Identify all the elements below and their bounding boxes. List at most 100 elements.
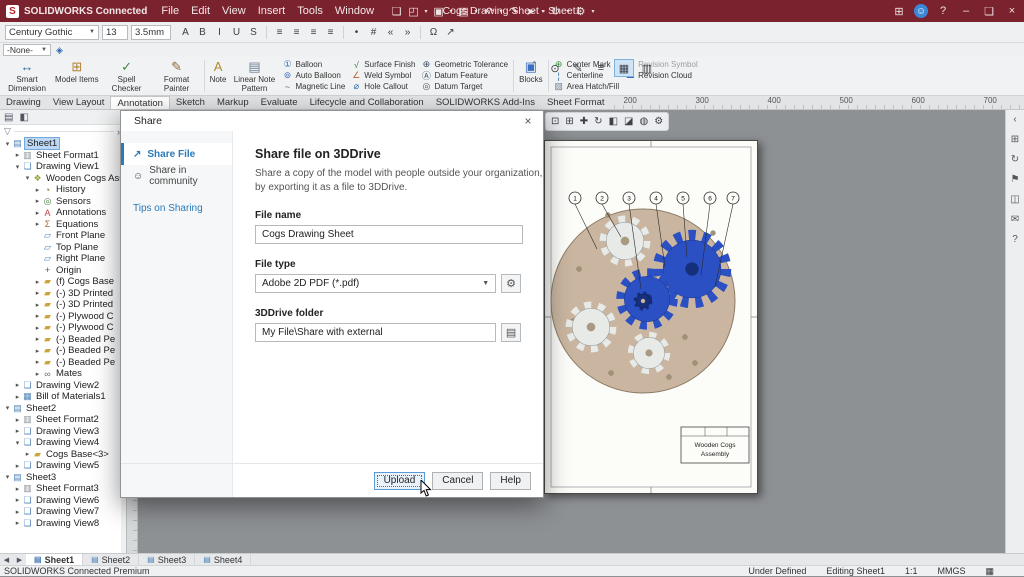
expander-icon[interactable]: ▾ — [13, 439, 22, 447]
sheet-tab-sheet4[interactable]: ▤Sheet4 — [195, 554, 251, 565]
tree-item[interactable]: ▸▦Bill of Materials1 — [0, 391, 126, 403]
tree-item[interactable]: ▾❏Drawing View1 — [0, 161, 126, 173]
note-button[interactable]: ANote — [207, 57, 230, 95]
expander-icon[interactable]: ▾ — [23, 174, 32, 182]
tree-item[interactable]: ▾▤Sheet2 — [0, 403, 126, 415]
tree-item[interactable]: ▱Right Plane — [0, 253, 126, 265]
drawing-sheet[interactable]: 1234567Wooden CogsAssembly — [544, 140, 758, 494]
tree-item[interactable]: ▸▰Cogs Base<3> — [0, 449, 126, 461]
tree-item[interactable]: ▸▰(-) Beaded Pe — [0, 357, 126, 369]
tab-sketch[interactable]: Sketch — [170, 96, 211, 109]
tree-item[interactable]: ▾▤Sheet3 — [0, 472, 126, 484]
magnetic-line-button[interactable]: ~Magnetic Line — [282, 82, 345, 91]
smart-dimension-button[interactable]: ↔Smart Dimension — [2, 57, 52, 95]
layer-properties-icon[interactable]: ◈ — [56, 45, 63, 56]
tree-item[interactable]: ▸◔History — [0, 184, 126, 196]
rotate-view-icon[interactable]: ↻ — [594, 116, 602, 127]
tree-item[interactable]: ▸▰(-) Beaded Pe — [0, 334, 126, 346]
tree-item[interactable]: ▸▰(-) Plywood C — [0, 311, 126, 323]
expander-icon[interactable]: ▸ — [33, 312, 42, 320]
drive-icon[interactable]: ◫ — [1010, 194, 1019, 205]
tree-item[interactable]: ▸◎Sensors — [0, 196, 126, 208]
selection-filter-icon[interactable]: ▦ — [614, 59, 634, 77]
linear-note-pattern-button[interactable]: ▤Linear Note Pattern — [229, 57, 279, 95]
line-format-icon[interactable]: ≡ — [591, 59, 611, 77]
tab-view-layout[interactable]: View Layout — [47, 96, 111, 109]
strikethrough-button[interactable]: S — [245, 24, 262, 40]
expander-icon[interactable]: ▸ — [33, 220, 42, 228]
lifecycle-icon[interactable]: ↻ — [1011, 154, 1019, 165]
filter-input[interactable] — [14, 131, 114, 132]
view-settings-icon[interactable]: ⚙ — [654, 116, 663, 127]
datum-target-button[interactable]: ◎Datum Target — [421, 82, 508, 91]
tree-item[interactable]: ▾▤Sheet1 — [0, 138, 126, 150]
tree-item[interactable]: ▸❏Drawing View5 — [0, 460, 126, 472]
close-icon[interactable]: × — [520, 114, 536, 128]
restore-button[interactable]: ❏ — [981, 5, 997, 18]
panel-collapse-icon[interactable]: ‹ — [1013, 114, 1016, 125]
tab-sheet-format[interactable]: Sheet Format — [541, 96, 611, 109]
sheet-nav-prev-icon[interactable]: ◀ — [0, 556, 13, 564]
tree-item[interactable]: ▸AAnnotations — [0, 207, 126, 219]
tree-item[interactable]: ▸▰(-) Plywood C — [0, 322, 126, 334]
dimension-style-select[interactable]: -None- ▼ — [3, 44, 51, 56]
menu-window[interactable]: Window — [329, 5, 380, 17]
minimize-button[interactable]: – — [958, 5, 974, 17]
geometric-tolerance-button[interactable]: ⊕Geometric Tolerance — [421, 60, 508, 69]
tree-item[interactable]: ▸▥Sheet Format1 — [0, 150, 126, 162]
expander-icon[interactable]: ▸ — [13, 381, 22, 389]
outdent-button[interactable]: « — [382, 24, 399, 40]
help-icon[interactable]: ? — [935, 5, 951, 17]
tips-on-sharing-link[interactable]: Tips on Sharing — [121, 203, 232, 214]
sheet-nav-next-icon[interactable]: ▶ — [13, 556, 26, 564]
expander-icon[interactable]: ▸ — [33, 186, 42, 194]
tree-item[interactable]: ▸ΣEquations — [0, 219, 126, 231]
menu-tools[interactable]: Tools — [291, 5, 329, 17]
area-hatch-fill-button[interactable]: ▨Area Hatch/Fill — [554, 82, 619, 91]
browse-folder-button[interactable]: ▤ — [501, 323, 521, 342]
expander-icon[interactable]: ▸ — [33, 358, 42, 366]
tab-markup[interactable]: Markup — [211, 96, 255, 109]
expander-icon[interactable]: ▸ — [33, 335, 42, 343]
tree-item[interactable]: ▱Front Plane — [0, 230, 126, 242]
expander-icon[interactable]: ▾ — [3, 140, 12, 148]
expander-icon[interactable]: ▸ — [13, 416, 22, 424]
file-type-select[interactable]: Adobe 2D PDF (*.pdf) ▼ — [255, 274, 496, 293]
tree-item[interactable]: ▸▰(-) 3D Printed — [0, 299, 126, 311]
font-color-button[interactable]: A — [177, 24, 194, 40]
sidebar-item-share-file[interactable]: ↗Share File — [121, 143, 232, 165]
layer-format-icon[interactable]: ▥ — [637, 59, 657, 77]
sheet-tab-sheet2[interactable]: ▤Sheet2 — [83, 554, 139, 565]
tree-item[interactable]: ▱Top Plane — [0, 242, 126, 254]
datum-feature-button[interactable]: ⒶDatum Feature — [421, 71, 508, 80]
close-button[interactable]: × — [1004, 5, 1020, 17]
menu-view[interactable]: View — [216, 5, 252, 17]
expander-icon[interactable]: ▸ — [33, 289, 42, 297]
featuremanager-tab-icon[interactable]: ▤ — [4, 112, 13, 123]
bullet-list-button[interactable]: • — [348, 24, 365, 40]
tree-item[interactable]: ▸❏Drawing View8 — [0, 518, 126, 530]
file-name-input[interactable] — [255, 225, 523, 244]
tab-annotation[interactable]: Annotation — [110, 96, 169, 109]
hide-show-items-icon[interactable]: ◍ — [639, 116, 648, 127]
open-icon[interactable]: ◰ — [405, 3, 422, 19]
messages-icon[interactable]: ✉ — [1011, 214, 1019, 225]
bold-button[interactable]: B — [194, 24, 211, 40]
help-button[interactable]: Help — [490, 472, 531, 490]
tab-solidworks-add-ins[interactable]: SOLIDWORKS Add-Ins — [430, 96, 541, 109]
folder-input[interactable] — [255, 323, 496, 342]
tab-lifecycle-and-collaboration[interactable]: Lifecycle and Collaboration — [304, 96, 430, 109]
expander-icon[interactable]: ▸ — [33, 347, 42, 355]
expander-icon[interactable]: ▸ — [13, 393, 22, 401]
hole-callout-button[interactable]: ⌀Hole Callout — [351, 82, 415, 91]
expander-icon[interactable]: ▸ — [13, 519, 22, 527]
expander-icon[interactable]: ▸ — [13, 462, 22, 470]
tree-item[interactable]: ▸❏Drawing View3 — [0, 426, 126, 438]
display-style-icon[interactable]: ◪ — [624, 116, 633, 127]
expander-icon[interactable]: ▸ — [33, 370, 42, 378]
align-right-button[interactable]: ≡ — [305, 24, 322, 40]
help-panel-icon[interactable]: ? — [1012, 234, 1018, 245]
weld-symbol-button[interactable]: ∠Weld Symbol — [351, 71, 415, 80]
expander-icon[interactable]: ▸ — [13, 485, 22, 493]
tree-item[interactable]: ▾❖Wooden Cogs Ass... — [0, 173, 126, 185]
